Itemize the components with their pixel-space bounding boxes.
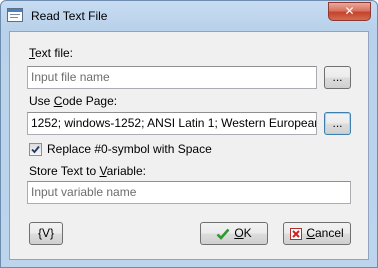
text-file-input[interactable]: Input file name (27, 66, 317, 89)
browse-file-label: ... (332, 70, 343, 84)
replace-symbol-label[interactable]: Replace #0-symbol with Space (47, 142, 212, 156)
cancel-x-icon (290, 227, 303, 240)
code-page-label: Use Code Page: (29, 94, 118, 108)
check-icon (216, 228, 230, 240)
close-button[interactable]: ✕ (328, 2, 371, 21)
browse-code-page-button[interactable]: ... (324, 112, 351, 135)
text-file-placeholder: Input file name (31, 70, 110, 84)
title-bar[interactable]: Read Text File ✕ (1, 1, 377, 31)
browse-file-button[interactable]: ... (324, 66, 351, 89)
browse-code-page-label: ... (332, 116, 343, 130)
store-variable-label: Store Text to Variable: (29, 164, 146, 178)
code-page-input[interactable]: 1252; windows-1252; ANSI Latin 1; Wester… (27, 112, 317, 135)
store-variable-placeholder: Input variable name (31, 185, 137, 199)
ok-button[interactable]: OK (200, 222, 268, 245)
app-icon (7, 8, 23, 22)
ok-button-label: OK (234, 226, 252, 240)
cancel-button-label: Cancel (306, 226, 344, 240)
dialog-window: Read Text File ✕ Text file: Input file n… (0, 0, 378, 268)
close-icon: ✕ (344, 4, 355, 18)
window-title: Read Text File (31, 9, 108, 23)
dialog-body: Text file: Input file name ... Use Code … (9, 31, 369, 260)
variable-button[interactable]: {V} (29, 222, 63, 245)
text-file-label: Text file: (29, 46, 74, 60)
cancel-button[interactable]: Cancel (283, 222, 351, 245)
replace-symbol-checkbox[interactable] (29, 143, 42, 156)
checkmark-icon (31, 145, 40, 154)
variable-button-label: {V} (37, 226, 55, 240)
store-variable-input[interactable]: Input variable name (27, 181, 351, 204)
code-page-value: 1252; windows-1252; ANSI Latin 1; Wester… (31, 116, 317, 130)
